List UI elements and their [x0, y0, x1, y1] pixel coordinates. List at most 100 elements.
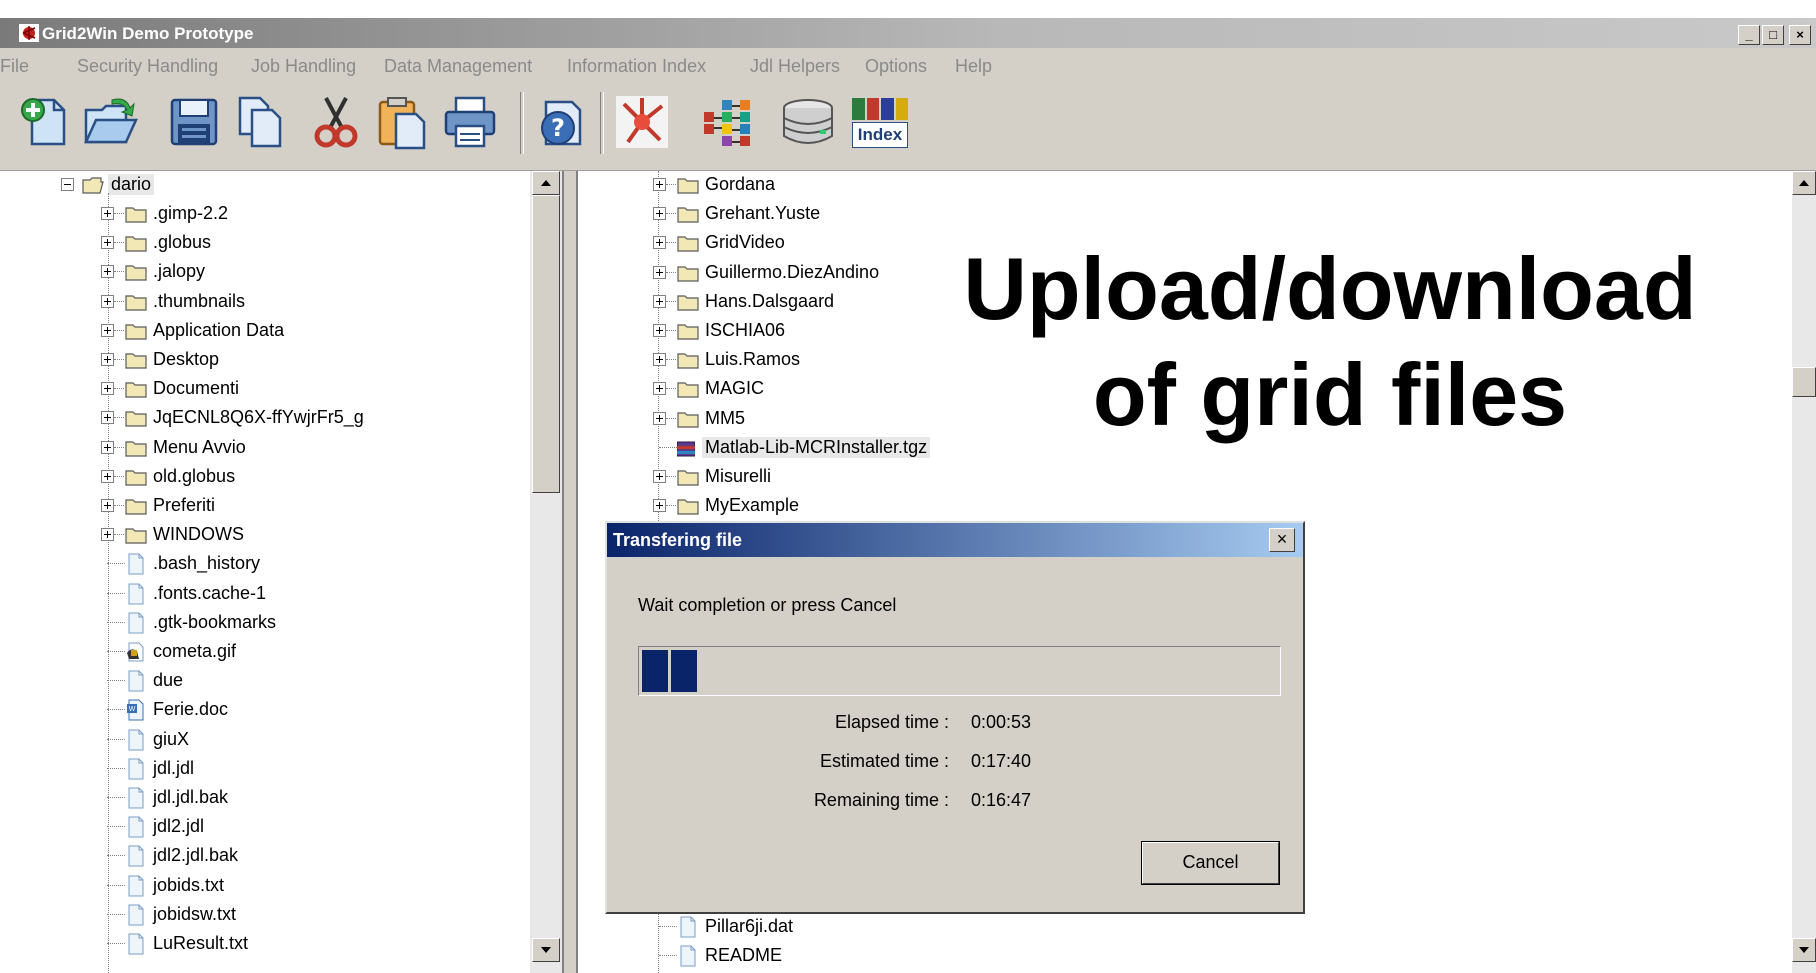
tree-row[interactable]: .gtk-bookmarks [0, 609, 562, 638]
storage-icon[interactable] [780, 94, 836, 150]
tree-row[interactable]: Documenti [0, 375, 562, 404]
tree-row[interactable]: due [0, 667, 562, 696]
right-scrollbar[interactable] [1792, 171, 1816, 973]
expand-toggle-icon[interactable] [101, 323, 114, 337]
cut-icon[interactable] [308, 94, 364, 150]
menu-options[interactable]: Options [865, 56, 927, 77]
tree-row[interactable]: jdl.jdl.bak [0, 784, 562, 813]
tree-row[interactable]: jdl2.jdl.bak [0, 842, 562, 871]
tree-connector [666, 300, 676, 302]
scroll-thumb[interactable] [532, 195, 560, 493]
expand-toggle-icon[interactable] [101, 236, 114, 250]
expand-toggle-icon[interactable] [653, 324, 666, 337]
tree-row[interactable]: MyExample [578, 492, 1794, 521]
expand-toggle-icon[interactable] [653, 265, 666, 279]
expand-toggle-icon[interactable] [653, 411, 666, 425]
expand-toggle-icon[interactable] [101, 440, 114, 454]
tree-row[interactable]: Grehant.Yuste [578, 200, 1794, 229]
expand-toggle-icon[interactable] [653, 499, 666, 513]
folder-icon [677, 382, 699, 398]
paste-icon[interactable] [374, 94, 430, 150]
tree-row[interactable]: WINDOWS [0, 521, 562, 550]
tree-row[interactable]: Gordana [578, 171, 1794, 200]
tree-row[interactable]: jdl2.jdl [0, 813, 562, 842]
tree-row[interactable]: cometa.gif [0, 638, 562, 667]
scroll-down-button[interactable] [532, 938, 560, 962]
tree-row[interactable]: .gimp-2.2 [0, 200, 562, 229]
tree-row[interactable]: JqECNL8Q6X-ffYwjrFr5_g [0, 404, 562, 433]
tree-row[interactable]: Misurelli [578, 463, 1794, 492]
menu-information-index[interactable]: Information Index [567, 56, 706, 77]
tree-row[interactable]: .bash_history [0, 550, 562, 579]
index-icon[interactable]: Index [850, 94, 910, 152]
title-bar[interactable]: Grid2Win Demo Prototype _ □ × [0, 18, 1816, 48]
close-button[interactable]: × [1789, 25, 1811, 45]
expand-toggle-icon[interactable] [653, 382, 666, 396]
tree-row[interactable]: .jalopy [0, 258, 562, 287]
print-icon[interactable] [442, 94, 498, 150]
expand-toggle-icon[interactable] [101, 528, 114, 542]
tree-row[interactable]: jobids.txt [0, 872, 562, 901]
expand-toggle-icon[interactable] [101, 469, 114, 483]
tree-connector [107, 651, 125, 652]
expand-toggle-icon[interactable] [101, 207, 114, 220]
maximize-button[interactable]: □ [1762, 25, 1784, 45]
expand-toggle-icon[interactable] [101, 499, 114, 512]
expand-toggle-icon[interactable] [101, 411, 114, 425]
scroll-up-button[interactable] [1792, 171, 1816, 195]
tree-row[interactable]: Menu Avvio [0, 434, 562, 463]
left-scrollbar[interactable] [530, 171, 562, 973]
expand-toggle-icon[interactable] [101, 294, 114, 308]
expand-toggle-icon[interactable] [653, 470, 666, 483]
tree-row[interactable]: jdl.jdl [0, 755, 562, 784]
collapse-toggle-icon[interactable] [61, 178, 74, 191]
tree-row-root[interactable]: dario [0, 171, 562, 200]
progress-bar [638, 646, 1281, 696]
menu-security-handling[interactable]: Security Handling [77, 56, 218, 77]
expand-toggle-icon[interactable] [653, 353, 666, 367]
save-icon[interactable] [166, 94, 222, 150]
menu-data-management[interactable]: Data Management [384, 56, 532, 77]
tree-row[interactable]: .fonts.cache-1 [0, 580, 562, 609]
pane-splitter[interactable] [564, 171, 576, 973]
tree-row[interactable]: old.globus [0, 463, 562, 492]
copy-icon[interactable] [232, 94, 288, 150]
file-icon [128, 553, 144, 575]
cancel-button[interactable]: Cancel [1141, 841, 1280, 885]
minimize-button[interactable]: _ [1738, 25, 1760, 45]
tree-row[interactable]: README [578, 942, 1794, 971]
expand-toggle-icon[interactable] [101, 382, 114, 396]
dialog-title-bar[interactable]: Transfering file × [607, 523, 1303, 557]
tree-connector [114, 213, 124, 214]
tree-row[interactable]: LuResult.txt [0, 930, 562, 959]
expand-toggle-icon[interactable] [101, 353, 114, 366]
tree-row[interactable]: Preferiti [0, 492, 562, 521]
open-icon[interactable] [82, 94, 138, 150]
tree-row[interactable]: Pillar6ji.dat [578, 913, 1794, 942]
dialog-close-button[interactable]: × [1269, 528, 1295, 552]
tree-row[interactable]: Application Data [0, 317, 562, 346]
help-icon[interactable]: ? [534, 94, 590, 150]
tree-row[interactable]: Desktop [0, 346, 562, 375]
expand-toggle-icon[interactable] [653, 236, 666, 250]
tree-row[interactable]: giuX [0, 726, 562, 755]
tree-row[interactable]: .globus [0, 229, 562, 258]
menu-file[interactable]: File [0, 56, 29, 77]
new-icon[interactable] [18, 94, 74, 150]
menu-jdl-helpers[interactable]: Jdl Helpers [750, 56, 840, 77]
local-file-tree[interactable]: dario .gimp-2.2 .globus .jalopy .thumbnails A… [0, 171, 564, 973]
expand-toggle-icon[interactable] [653, 294, 666, 308]
menu-job-handling[interactable]: Job Handling [251, 56, 356, 77]
scroll-thumb[interactable] [1792, 367, 1816, 397]
expand-toggle-icon[interactable] [653, 178, 666, 191]
expand-toggle-icon[interactable] [653, 207, 666, 221]
scroll-down-button[interactable] [1792, 938, 1816, 962]
tree-row[interactable]: W Ferie.doc [0, 696, 562, 725]
expand-toggle-icon[interactable] [101, 265, 114, 279]
tree-row[interactable]: jobidsw.txt [0, 901, 562, 930]
menu-help[interactable]: Help [955, 56, 992, 77]
job-icon[interactable] [700, 94, 756, 150]
scroll-up-button[interactable] [532, 171, 560, 195]
grid-logo-icon[interactable] [614, 94, 670, 150]
tree-row[interactable]: .thumbnails [0, 288, 562, 317]
